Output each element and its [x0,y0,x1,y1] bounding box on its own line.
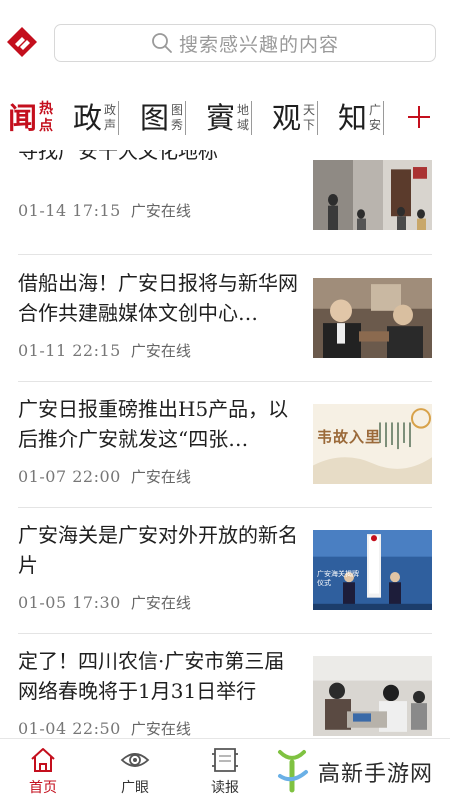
news-source: 广安在线 [130,594,191,612]
nav-eye[interactable]: 广眼 [100,743,170,799]
nav-label: 首页 [29,780,57,796]
news-thumbnail: 广安海关揭牌仪式 [313,530,432,610]
tab-divider [317,101,319,135]
tab-hot[interactable]: 闻 热 点 [8,98,53,138]
tab-sub-char: 政 [104,103,117,117]
home-icon [31,748,55,772]
tab-sub-label: 广 安 [369,103,381,133]
tab-sub-char: 声 [104,118,117,132]
tab-main-label: 观 [272,101,302,135]
list-divider [18,507,432,508]
tab-sub-label: 政 声 [104,103,116,133]
news-thumbnail [313,160,432,230]
meeting-photo-image [313,278,432,358]
tab-sub-char: 图 [171,103,184,117]
tab-divider [185,101,187,135]
list-item[interactable]: 广安日报重磅推出H5产品，以后推介广安就发这“四张… 01-07 22:00 广安… [18,394,432,494]
nav-label: 读报 [211,780,239,796]
news-list: 寻找广安十大文化地标 01-14 17:15 广安在线 借船出海！广安日报将与新华… [0,150,450,738]
tab-region[interactable]: 賨 地 域 [206,98,253,138]
list-divider [18,381,432,382]
tab-sub-char: 天 [303,103,316,117]
tab-pictures[interactable]: 图 图 秀 [140,98,187,138]
news-title: 借船出海！广安日报将与新华网合作共建融媒体文创中心… [18,271,298,325]
news-meta: 01-14 17:15 广安在线 [18,200,191,221]
street-photo-image [313,160,432,230]
newspaper-icon [212,748,238,772]
news-meta: 01-04 22:50 广安在线 [18,718,191,738]
header: 搜索感兴趣的内容 [0,0,450,88]
list-item[interactable]: 广安海关是广安对外开放的新名片 01-05 17:30 广安在线 广安海关揭牌仪式 [18,520,432,620]
tab-main-label: 政 [73,101,103,135]
tab-sub-char: 地 [237,103,250,117]
news-meta: 01-07 22:00 广安在线 [18,466,191,487]
news-source: 广安在线 [130,720,191,738]
plus-icon[interactable] [404,102,434,132]
watermark-text: 高新手游网 [318,762,434,787]
news-meta: 01-11 22:15 广安在线 [18,340,191,361]
tab-sub-char: 秀 [171,118,184,132]
tab-sub-char: 广 [369,103,382,117]
tab-sub-label: 图 秀 [171,103,183,133]
list-divider [18,254,432,255]
tab-main-label: 賨 [206,101,236,135]
office-photo-image [313,656,432,736]
tab-politics[interactable]: 政 政 声 [73,98,120,138]
news-title: 广安海关是广安对外开放的新名片 [18,523,298,577]
news-thumbnail: 韦故入里 [313,404,432,484]
list-divider [18,633,432,634]
news-meta: 01-05 17:30 广安在线 [18,592,191,613]
news-time: 01-07 22:00 [18,467,121,486]
list-item[interactable]: 定了！四川农信·广安市第三届网络春晚将于1月31日举行 01-04 22:50 广… [18,646,432,738]
tab-sub-char: 热 [39,101,54,117]
news-source: 广安在线 [130,468,191,486]
tab-divider [383,101,385,135]
tab-main-label: 图 [140,101,170,135]
eye-icon [120,753,150,767]
search-bar[interactable]: 搜索感兴趣的内容 [54,24,436,62]
nav-newspaper[interactable]: 读报 [190,743,260,799]
nav-label: 广眼 [121,780,149,796]
ceremony-banner-text: 广安海关揭牌仪式 [317,570,359,587]
tab-sub-char: 域 [237,118,250,132]
watermark: 高新手游网 [268,740,450,800]
tab-main-label: 知 [338,101,368,135]
news-title: 寻找广安十大文化地标 [18,150,218,163]
tab-world[interactable]: 观 天 下 [272,98,319,138]
list-item[interactable]: 借船出海！广安日报将与新华网合作共建融媒体文创中心… 01-11 22:15 广安… [18,268,432,368]
list-item[interactable]: 寻找广安十大文化地标 01-14 17:15 广安在线 [18,150,432,234]
news-title: 定了！四川农信·广安市第三届网络春晚将于1月31日举行 [18,649,285,703]
news-source: 广安在线 [130,342,191,360]
app-logo-icon[interactable] [6,26,38,58]
news-time: 01-11 22:15 [18,341,121,360]
tab-guangan[interactable]: 知 广 安 [338,98,385,138]
news-source: 广安在线 [130,202,191,220]
tab-sub-char: 安 [369,118,382,132]
tab-sub-label: 天 下 [303,103,315,133]
tab-divider [118,101,120,135]
tab-sub-char: 下 [303,118,316,132]
news-time: 01-04 22:50 [18,719,121,738]
news-time: 01-05 17:30 [18,593,121,612]
tab-divider [251,101,253,135]
search-placeholder: 搜索感兴趣的内容 [178,33,339,56]
tab-main-label: 闻 [8,101,38,135]
tab-sub-label: 地 域 [237,103,249,133]
poster-text: 韦故入里 [317,428,382,446]
channel-tabs: 闻 热 点 政 政 声 图 图 秀 賨 地 域 观 天 下 知 广 安 [0,88,450,150]
news-thumbnail [313,278,432,358]
tab-sub-label: 热 点 [39,101,53,135]
news-time: 01-14 17:15 [18,201,121,220]
news-title: 广安日报重磅推出H5产品，以后推介广安就发这“四张… [18,397,289,451]
search-icon [152,33,172,53]
tab-sub-char: 点 [39,118,54,134]
watermark-logo-icon [278,750,308,793]
news-thumbnail [313,656,432,736]
nav-home[interactable]: 首页 [8,743,78,799]
